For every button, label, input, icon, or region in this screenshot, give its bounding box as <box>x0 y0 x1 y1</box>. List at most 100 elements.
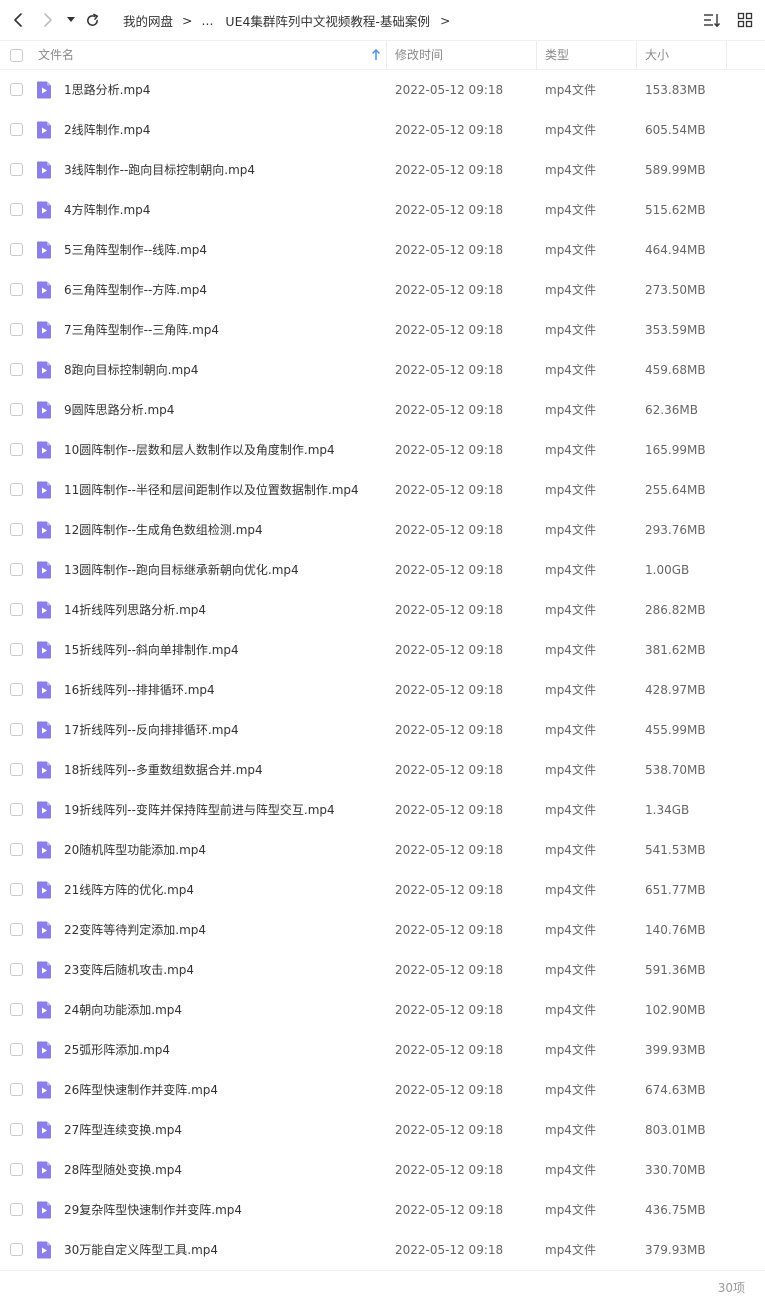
chevron-right-icon[interactable] <box>38 10 58 30</box>
table-row[interactable]: 22变阵等待判定添加.mp4 2022-05-12 09:18 mp4文件 140.7… <box>0 910 765 950</box>
table-row[interactable]: 26阵型快速制作并变阵.mp4 2022-05-12 09:18 mp4文件 674.… <box>0 1070 765 1110</box>
row-checkbox[interactable] <box>10 923 23 936</box>
row-checkbox[interactable] <box>10 883 23 896</box>
table-row[interactable]: 28阵型随处变换.mp4 2022-05-12 09:18 mp4文件 330.70M… <box>0 1150 765 1190</box>
table-row[interactable]: 25弧形阵添加.mp4 2022-05-12 09:18 mp4文件 399.93MB <box>0 1030 765 1070</box>
row-checkbox[interactable] <box>10 123 23 136</box>
table-row[interactable]: 7三角阵型制作--三角阵.mp4 2022-05-12 09:18 mp4文件 353… <box>0 310 765 350</box>
file-name[interactable]: 26阵型快速制作并变阵.mp4 <box>64 1070 218 1110</box>
file-name[interactable]: 12圆阵制作--生成角色数组检测.mp4 <box>64 510 263 550</box>
file-name[interactable]: 5三角阵型制作--线阵.mp4 <box>64 230 207 270</box>
row-checkbox[interactable] <box>10 403 23 416</box>
file-name[interactable]: 24朝向功能添加.mp4 <box>64 990 182 1030</box>
column-header-mtime[interactable]: 修改时间 <box>395 41 443 70</box>
file-name[interactable]: 2线阵制作.mp4 <box>64 110 150 150</box>
select-all-checkbox[interactable] <box>10 49 23 62</box>
row-checkbox[interactable] <box>10 203 23 216</box>
file-name[interactable]: 23变阵后随机攻击.mp4 <box>64 950 194 990</box>
table-row[interactable]: 4方阵制作.mp4 2022-05-12 09:18 mp4文件 515.62MB <box>0 190 765 230</box>
file-name[interactable]: 25弧形阵添加.mp4 <box>64 1030 170 1070</box>
file-name[interactable]: 7三角阵型制作--三角阵.mp4 <box>64 310 219 350</box>
row-checkbox[interactable] <box>10 483 23 496</box>
breadcrumb-ellipsis[interactable]: ... <box>202 13 214 28</box>
table-row[interactable]: 23变阵后随机攻击.mp4 2022-05-12 09:18 mp4文件 591.36… <box>0 950 765 990</box>
row-checkbox[interactable] <box>10 443 23 456</box>
sort-ascending-icon[interactable] <box>371 48 381 62</box>
table-row[interactable]: 15折线阵列--斜向单排制作.mp4 2022-05-12 09:18 mp4文件 3… <box>0 630 765 670</box>
row-checkbox[interactable] <box>10 243 23 256</box>
row-checkbox[interactable] <box>10 1203 23 1216</box>
file-name[interactable]: 22变阵等待判定添加.mp4 <box>64 910 206 950</box>
table-row[interactable]: 21线阵方阵的优化.mp4 2022-05-12 09:18 mp4文件 651.77… <box>0 870 765 910</box>
table-row[interactable]: 17折线阵列--反向排排循环.mp4 2022-05-12 09:18 mp4文件 4… <box>0 710 765 750</box>
row-checkbox[interactable] <box>10 523 23 536</box>
table-row[interactable]: 12圆阵制作--生成角色数组检测.mp4 2022-05-12 09:18 mp4文… <box>0 510 765 550</box>
refresh-icon[interactable] <box>82 10 102 30</box>
row-checkbox[interactable] <box>10 1003 23 1016</box>
file-name[interactable]: 14折线阵列思路分析.mp4 <box>64 590 206 630</box>
table-row[interactable]: 2线阵制作.mp4 2022-05-12 09:18 mp4文件 605.54MB <box>0 110 765 150</box>
file-name[interactable]: 30万能自定义阵型工具.mp4 <box>64 1230 218 1270</box>
row-checkbox[interactable] <box>10 1043 23 1056</box>
file-name[interactable]: 19折线阵列--变阵并保持阵型前进与阵型交互.mp4 <box>64 790 335 830</box>
row-checkbox[interactable] <box>10 1123 23 1136</box>
table-row[interactable]: 16折线阵列--排排循环.mp4 2022-05-12 09:18 mp4文件 428… <box>0 670 765 710</box>
row-checkbox[interactable] <box>10 363 23 376</box>
file-name[interactable]: 16折线阵列--排排循环.mp4 <box>64 670 215 710</box>
row-checkbox[interactable] <box>10 603 23 616</box>
file-name[interactable]: 20随机阵型功能添加.mp4 <box>64 830 206 870</box>
table-row[interactable]: 30万能自定义阵型工具.mp4 2022-05-12 09:18 mp4文件 379.… <box>0 1230 765 1270</box>
file-name[interactable]: 3线阵制作--跑向目标控制朝向.mp4 <box>64 150 255 190</box>
breadcrumb-current[interactable]: UE4集群阵列中文视频教程-基础案例 <box>225 11 430 30</box>
file-name[interactable]: 29复杂阵型快速制作并变阵.mp4 <box>64 1190 242 1230</box>
table-row[interactable]: 11圆阵制作--半径和层间距制作以及位置数据制作.mp4 2022-05-12 0… <box>0 470 765 510</box>
table-row[interactable]: 3线阵制作--跑向目标控制朝向.mp4 2022-05-12 09:18 mp4文件… <box>0 150 765 190</box>
file-name[interactable]: 21线阵方阵的优化.mp4 <box>64 870 194 910</box>
row-checkbox[interactable] <box>10 1083 23 1096</box>
row-checkbox[interactable] <box>10 843 23 856</box>
row-checkbox[interactable] <box>10 723 23 736</box>
column-header-name[interactable]: 文件名 <box>38 41 74 70</box>
file-name[interactable]: 18折线阵列--多重数组数据合并.mp4 <box>64 750 263 790</box>
file-name[interactable]: 27阵型连续变换.mp4 <box>64 1110 182 1150</box>
file-name[interactable]: 4方阵制作.mp4 <box>64 190 150 230</box>
caret-down-icon[interactable] <box>63 10 79 30</box>
row-checkbox[interactable] <box>10 963 23 976</box>
file-name[interactable]: 11圆阵制作--半径和层间距制作以及位置数据制作.mp4 <box>64 470 359 510</box>
file-name[interactable]: 9圆阵思路分析.mp4 <box>64 390 174 430</box>
column-divider[interactable] <box>726 41 727 70</box>
grid-view-icon[interactable] <box>735 10 755 30</box>
column-header-type[interactable]: 类型 <box>545 41 569 70</box>
file-name[interactable]: 15折线阵列--斜向单排制作.mp4 <box>64 630 239 670</box>
row-checkbox[interactable] <box>10 1243 23 1256</box>
row-checkbox[interactable] <box>10 683 23 696</box>
row-checkbox[interactable] <box>10 563 23 576</box>
file-name[interactable]: 10圆阵制作--层数和层人数制作以及角度制作.mp4 <box>64 430 335 470</box>
column-divider[interactable] <box>536 41 537 70</box>
column-divider[interactable] <box>636 41 637 70</box>
file-name[interactable]: 1思路分析.mp4 <box>64 70 150 110</box>
table-row[interactable]: 9圆阵思路分析.mp4 2022-05-12 09:18 mp4文件 62.36MB <box>0 390 765 430</box>
column-header-size[interactable]: 大小 <box>645 41 669 70</box>
row-checkbox[interactable] <box>10 1163 23 1176</box>
row-checkbox[interactable] <box>10 323 23 336</box>
table-row[interactable]: 13圆阵制作--跑向目标继承新朝向优化.mp4 2022-05-12 09:18 m… <box>0 550 765 590</box>
row-checkbox[interactable] <box>10 803 23 816</box>
file-name[interactable]: 6三角阵型制作--方阵.mp4 <box>64 270 207 310</box>
table-row[interactable]: 19折线阵列--变阵并保持阵型前进与阵型交互.mp4 2022-05-12 09:… <box>0 790 765 830</box>
chevron-left-icon[interactable] <box>8 10 28 30</box>
file-name[interactable]: 28阵型随处变换.mp4 <box>64 1150 182 1190</box>
table-row[interactable]: 24朝向功能添加.mp4 2022-05-12 09:18 mp4文件 102.90M… <box>0 990 765 1030</box>
file-name[interactable]: 17折线阵列--反向排排循环.mp4 <box>64 710 239 750</box>
table-row[interactable]: 6三角阵型制作--方阵.mp4 2022-05-12 09:18 mp4文件 273.… <box>0 270 765 310</box>
table-row[interactable]: 5三角阵型制作--线阵.mp4 2022-05-12 09:18 mp4文件 464.… <box>0 230 765 270</box>
table-row[interactable]: 8跑向目标控制朝向.mp4 2022-05-12 09:18 mp4文件 459.68… <box>0 350 765 390</box>
row-checkbox[interactable] <box>10 163 23 176</box>
row-checkbox[interactable] <box>10 83 23 96</box>
sort-list-icon[interactable] <box>702 10 722 30</box>
breadcrumb-root[interactable]: 我的网盘 <box>123 11 173 30</box>
table-row[interactable]: 10圆阵制作--层数和层人数制作以及角度制作.mp4 2022-05-12 09:… <box>0 430 765 470</box>
row-checkbox[interactable] <box>10 763 23 776</box>
row-checkbox[interactable] <box>10 643 23 656</box>
row-checkbox[interactable] <box>10 283 23 296</box>
